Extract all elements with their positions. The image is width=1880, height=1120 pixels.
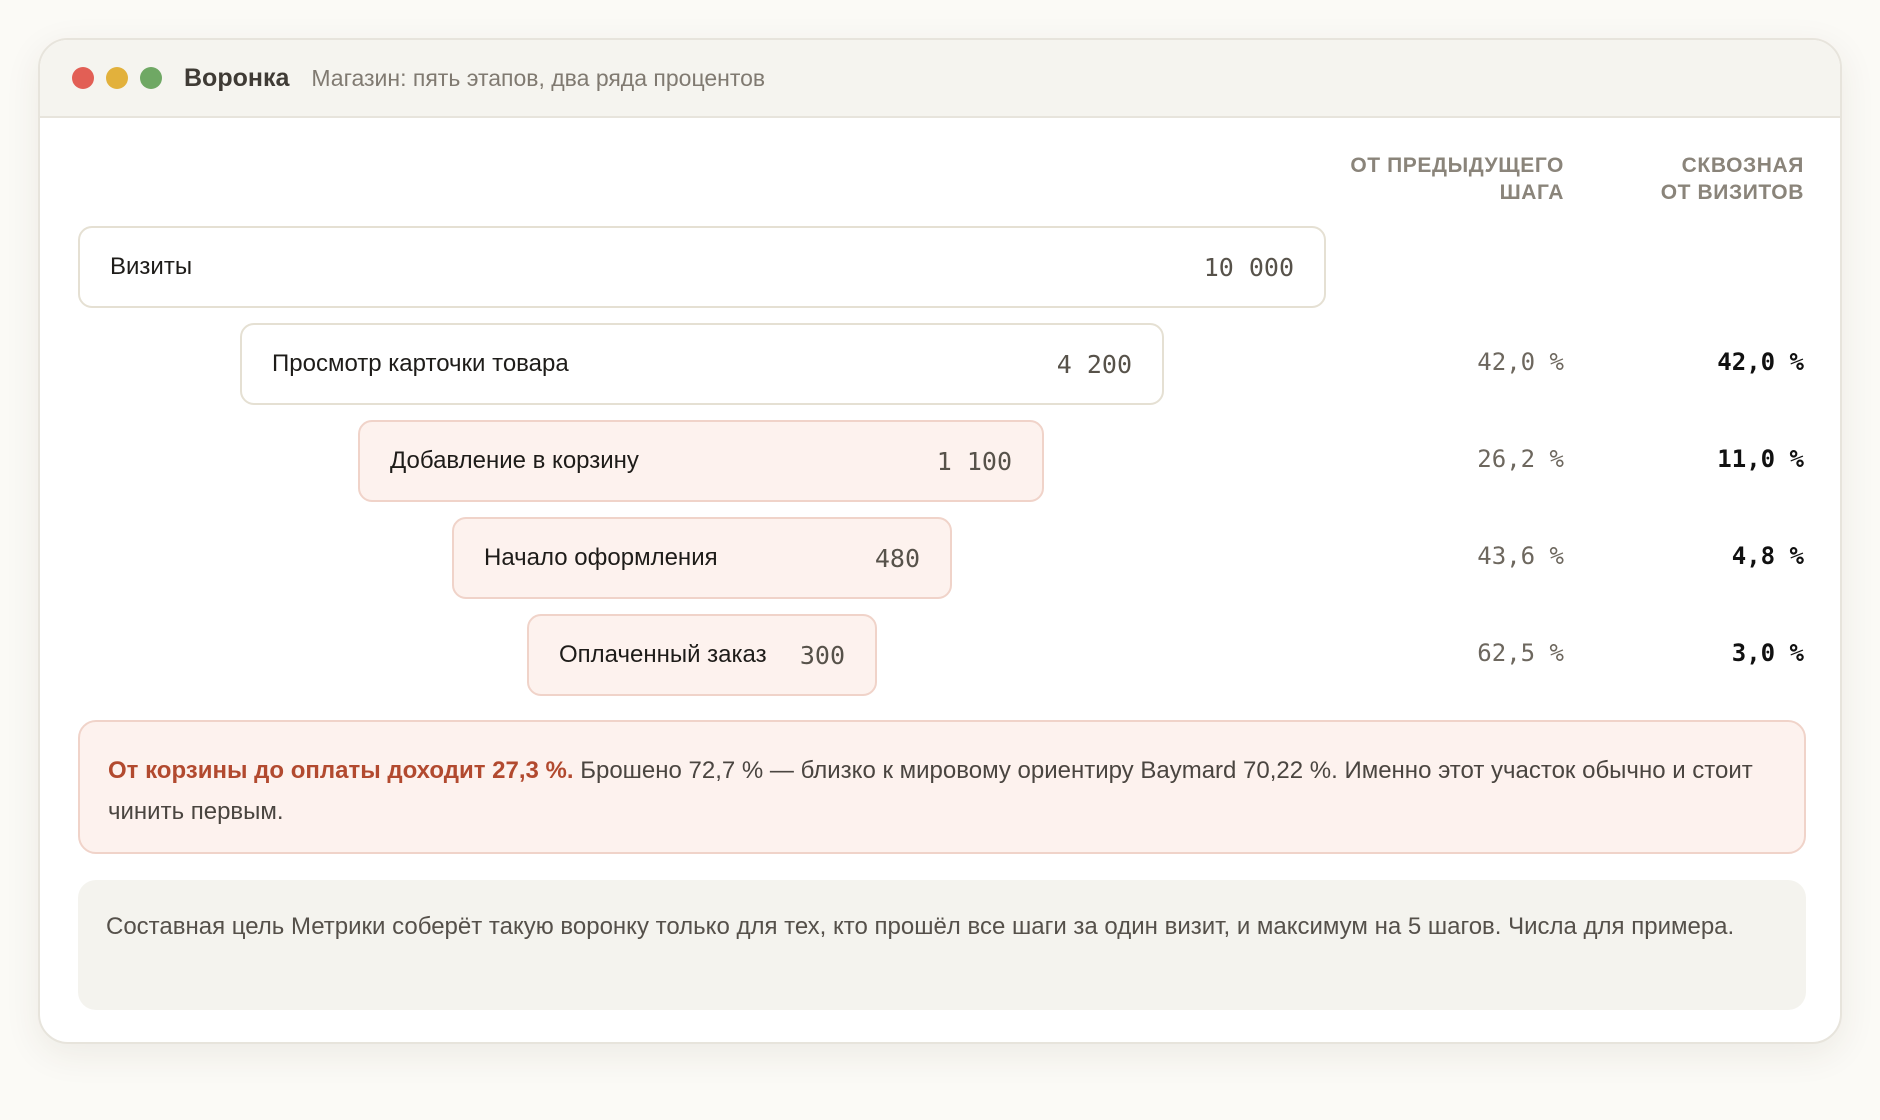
column-header-total-from-visits: Сквозная от визитов	[1660, 154, 1804, 204]
funnel-stage-value: 1 100	[936, 446, 1012, 476]
funnel-content: От предыдущего шага Сквозная от визитов …	[40, 118, 1840, 1042]
funnel-stage-label: Добавление в корзину	[390, 447, 639, 474]
maximize-window-icon[interactable]	[140, 67, 162, 89]
minimize-window-icon[interactable]	[106, 67, 128, 89]
alert-headline: От корзины до оплаты доходит 27,3 %.	[108, 757, 574, 784]
window-subtitle: Магазин: пять этапов, два ряда процентов	[311, 64, 766, 91]
pct-total: 11,0 %	[1717, 445, 1804, 473]
funnel-stage-value: 300	[799, 640, 845, 670]
window-title: Воронка	[184, 63, 290, 92]
funnel-stage-product-view: Просмотр карточки товара 4 200	[240, 323, 1164, 405]
funnel-stage-label: Просмотр карточки товара	[272, 350, 569, 377]
pct-total: 3,0 %	[1731, 639, 1804, 667]
funnel-stage-add-to-cart: Добавление в корзину 1 100	[358, 420, 1044, 502]
funnel-stage-label: Визиты	[110, 253, 193, 280]
funnel-stage-value: 10 000	[1203, 252, 1294, 282]
funnel-stage-label: Оплаченный заказ	[559, 641, 767, 668]
footnote-text: Составная цель Метрики соберёт такую вор…	[106, 913, 1735, 940]
funnel-stage-checkout-start: Начало оформления 480	[452, 517, 952, 599]
pct-total: 4,8 %	[1731, 542, 1804, 570]
funnel-stage-value: 4 200	[1056, 349, 1132, 379]
funnel-stage-label: Начало оформления	[484, 544, 718, 571]
funnel-window: Воронка Магазин: пять этапов, два ряда п…	[38, 38, 1842, 1044]
title-bar: Воронка Магазин: пять этапов, два ряда п…	[40, 40, 1840, 118]
pct-from-previous: 43,6 %	[1477, 542, 1564, 570]
pct-from-previous: 26,2 %	[1477, 445, 1564, 473]
funnel-stage-value: 480	[874, 543, 920, 573]
pct-total: 42,0 %	[1717, 348, 1804, 376]
funnel-stage-visits: Визиты 10 000	[78, 226, 1326, 308]
footnote: Составная цель Метрики соберёт такую вор…	[78, 880, 1806, 1010]
pct-from-previous: 42,0 %	[1477, 348, 1564, 376]
pct-from-previous: 62,5 %	[1477, 639, 1564, 667]
column-header-from-previous: От предыдущего шага	[1350, 154, 1564, 204]
close-window-icon[interactable]	[72, 67, 94, 89]
funnel-stage-paid-order: Оплаченный заказ 300	[527, 614, 877, 696]
cart-to-payment-alert: От корзины до оплаты доходит 27,3 %. Бро…	[78, 720, 1806, 854]
